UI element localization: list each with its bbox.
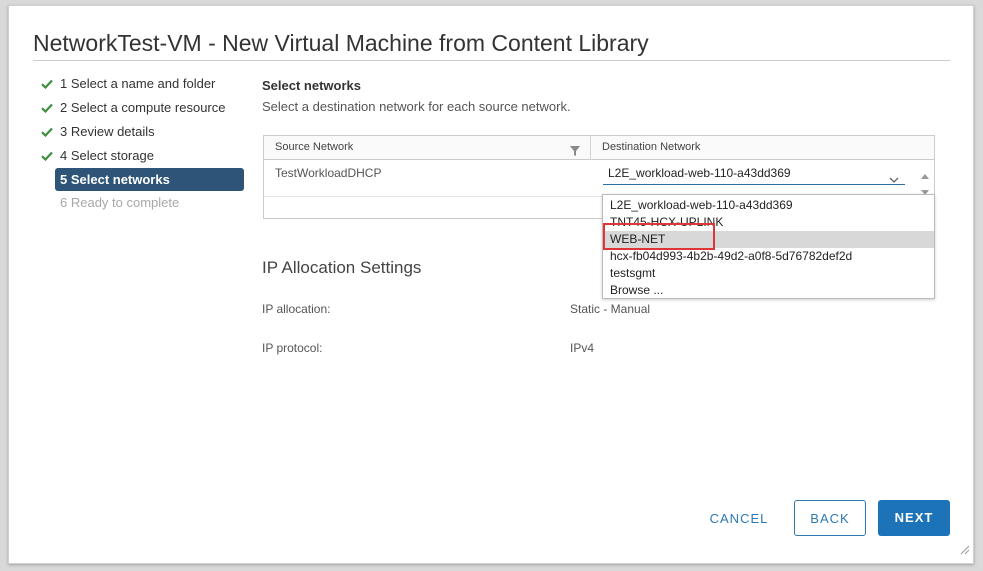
table-row[interactable]: TestWorkloadDHCP L2E_workload-web-110-a4… [264,160,934,197]
destination-network-select[interactable]: L2E_workload-web-110-a43dd369 [603,163,905,185]
dialog-title: NetworkTest-VM - New Virtual Machine fro… [33,30,649,56]
column-header-destination[interactable]: Destination Network [602,136,700,159]
step-5-active[interactable]: 5 Select networks [55,168,244,191]
step-label: 1 Select a name and folder [60,76,216,91]
section-description: Select a destination network for each so… [262,99,571,114]
check-icon [40,144,54,168]
step-2[interactable]: 2 Select a compute resource [38,96,248,120]
wizard-steps: 1 Select a name and folder 2 Select a co… [38,72,248,215]
check-icon [40,120,54,144]
cancel-button[interactable]: CANCEL [699,501,779,537]
step-label: 2 Select a compute resource [60,100,226,115]
title-divider [33,60,950,61]
step-label: 6 Ready to complete [60,195,180,210]
source-network-cell: TestWorkloadDHCP [275,166,382,180]
ip-settings-title: IP Allocation Settings [262,258,422,277]
ip-allocation-label: IP allocation: [262,302,331,316]
dropdown-option[interactable]: L2E_workload-web-110-a43dd369 [603,197,934,214]
column-divider[interactable] [590,136,591,160]
step-label: 4 Select storage [60,148,154,163]
step-label: 3 Review details [60,124,155,139]
ip-allocation-value: Static - Manual [570,302,651,316]
grid-header: Source Network Destination Network [264,136,934,160]
dropdown-option-browse[interactable]: Browse ... [603,282,934,299]
step-1[interactable]: 1 Select a name and folder [38,72,248,96]
step-6: 6 Ready to complete [38,191,248,215]
selected-value: L2E_workload-web-110-a43dd369 [608,166,791,180]
step-3[interactable]: 3 Review details [38,120,248,144]
check-icon [40,72,54,96]
filter-icon[interactable] [570,143,580,161]
dropdown-option[interactable]: testsgmt [603,265,934,282]
ip-protocol-value: IPv4 [570,341,595,355]
section-title: Select networks [262,78,361,93]
resize-grip-icon[interactable] [960,541,970,559]
chevron-down-icon[interactable] [889,170,899,188]
dropdown-option[interactable]: hcx-fb04d993-4b2b-49d2-a0f8-5d76782def2d [603,248,934,265]
step-4[interactable]: 4 Select storage [38,144,248,168]
next-button[interactable]: NEXT [878,500,950,536]
ip-protocol-label: IP protocol: [262,341,323,355]
annotation-highlight-box [603,223,715,250]
column-header-source[interactable]: Source Network [275,136,353,159]
wizard-dialog: NetworkTest-VM - New Virtual Machine fro… [8,5,974,564]
check-icon [40,96,54,120]
step-label: 5 Select networks [60,172,170,187]
back-button[interactable]: BACK [794,500,866,536]
